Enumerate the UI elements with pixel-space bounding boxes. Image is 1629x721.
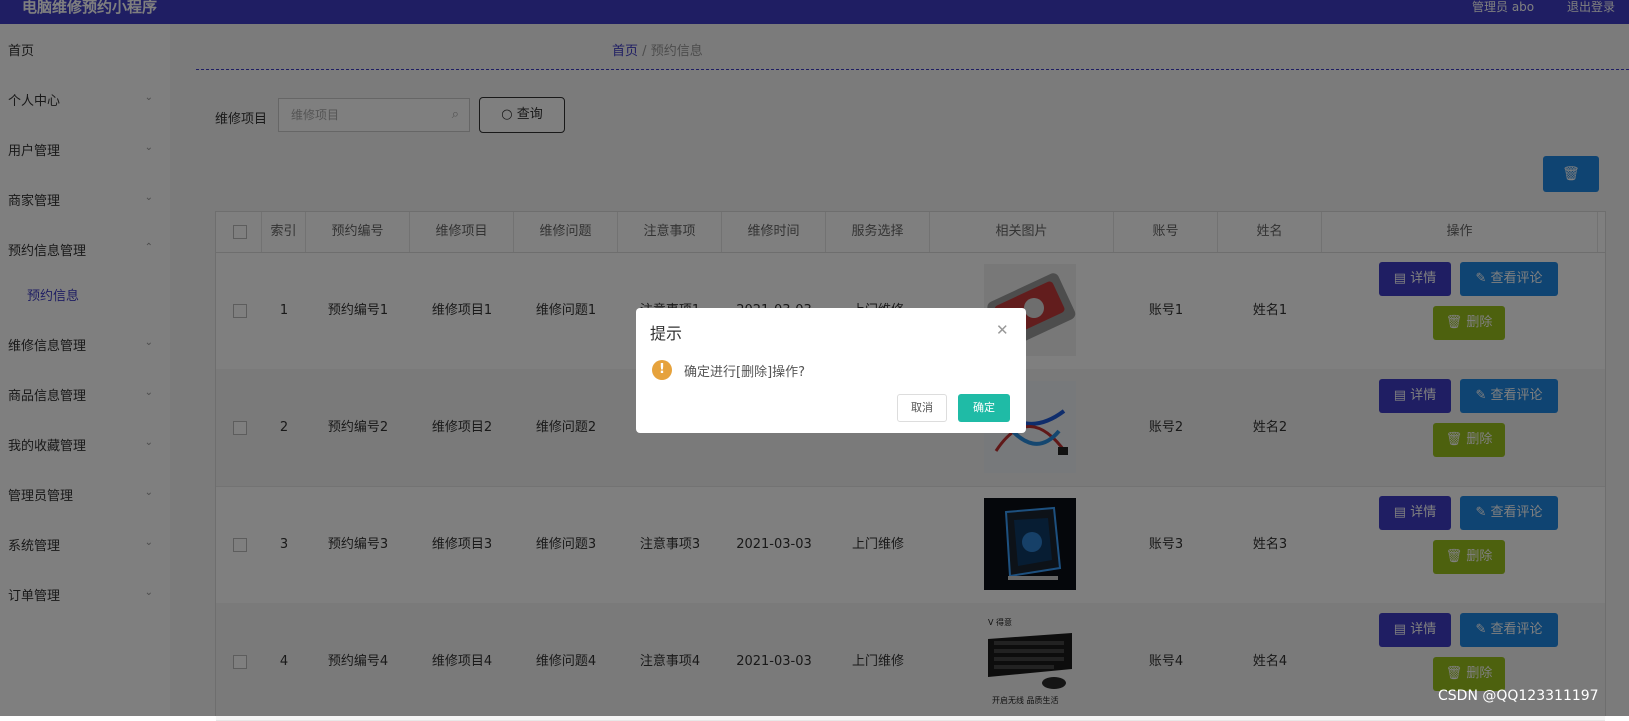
confirm-dialog: 提示 ✕ ! 确定进行[删除]操作? 取消 确定 bbox=[636, 308, 1026, 433]
warning-icon: ! bbox=[652, 360, 672, 380]
cancel-button[interactable]: 取消 bbox=[897, 394, 947, 422]
watermark: CSDN @QQ123311197 bbox=[1438, 688, 1599, 704]
dialog-title: 提示 bbox=[650, 324, 683, 343]
close-icon[interactable]: ✕ bbox=[996, 321, 1009, 339]
dialog-message: 确定进行[删除]操作? bbox=[684, 365, 806, 380]
confirm-button[interactable]: 确定 bbox=[958, 394, 1010, 422]
